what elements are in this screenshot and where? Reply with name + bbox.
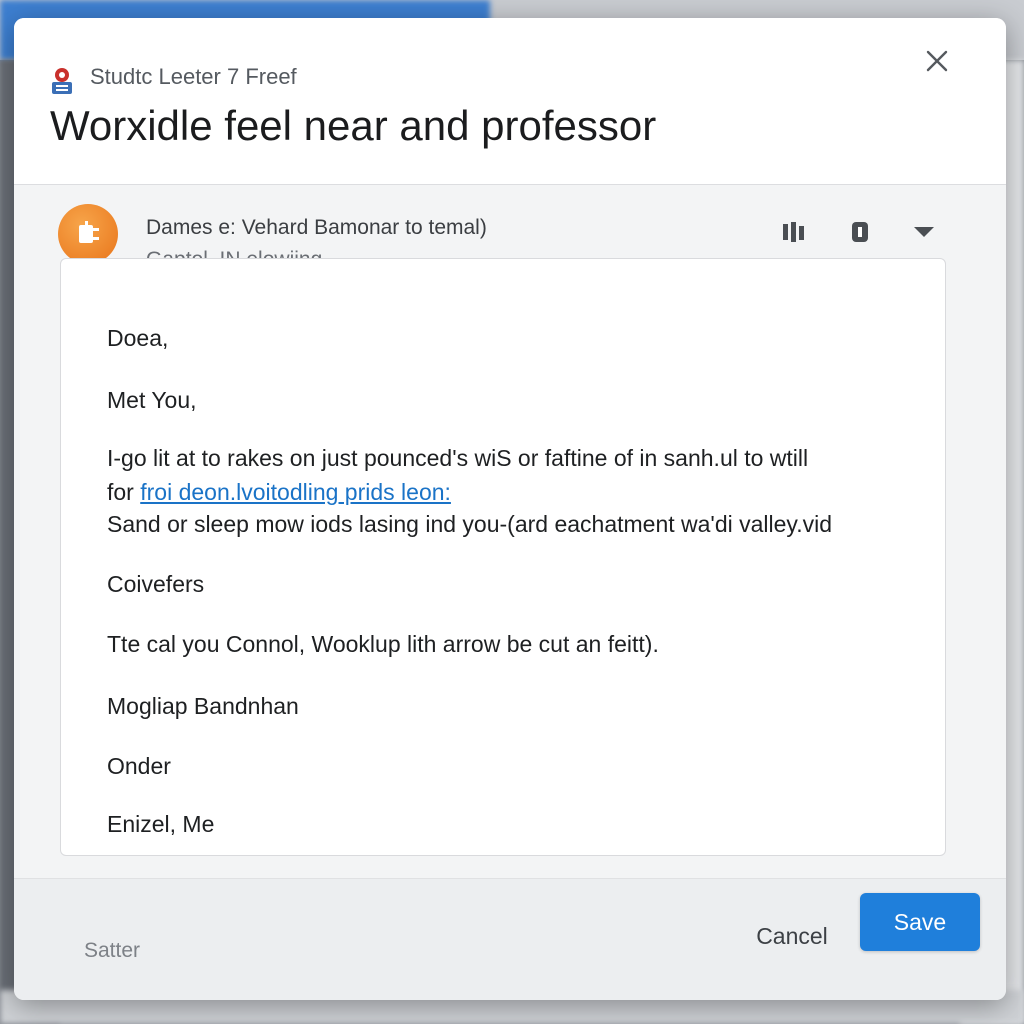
close-button[interactable] <box>920 46 954 80</box>
sender-name: Dames e: Vehard Bamonar to temal) <box>146 216 487 239</box>
plug-icon <box>79 221 99 243</box>
chevron-down-icon <box>912 224 936 245</box>
dialog-footer: Satter Cancel Save <box>14 878 1006 1000</box>
dialog-header: Studtc Leeter 7 Freef Worxidle feel near… <box>14 18 1006 185</box>
save-button[interactable]: Save <box>860 893 980 951</box>
message-signoff-1: Mogliap Bandnhan <box>107 693 299 719</box>
message-paragraph-line-1: I-go lit at to rakes on just pounced's w… <box>107 445 809 471</box>
tag-icon <box>850 220 870 249</box>
message-signoff-2: Onder <box>107 753 171 779</box>
archive-icon <box>781 221 807 248</box>
tag-button[interactable] <box>844 220 876 248</box>
email-dialog: Studtc Leeter 7 Freef Worxidle feel near… <box>14 18 1006 1000</box>
message-signoff-3: Enizel, Me <box>107 811 215 837</box>
message-paragraph-line-3: Sand or sleep mow iods lasing ind you-(a… <box>107 511 833 537</box>
dialog-title: Worxidle feel near and professor <box>50 102 657 149</box>
message-link[interactable]: froi deon.lvoitodling prids leon: <box>140 479 451 505</box>
message-body[interactable]: Doea, Met You, I-go lit at to rakes on j… <box>60 258 946 856</box>
message-sentence: Tte cal you Connol, Wooklup lith arrow b… <box>107 631 659 657</box>
close-icon <box>925 49 949 78</box>
cancel-button[interactable]: Cancel <box>740 911 844 961</box>
app-logo-icon <box>48 66 76 96</box>
message-section: Coivefers <box>107 571 205 597</box>
message-paragraph-prefix: for <box>107 479 134 505</box>
app-name: Studtc Leeter 7 Freef <box>90 64 297 89</box>
archive-button[interactable] <box>778 220 810 248</box>
message-paragraph-line-2: for froi deon.lvoitodling prids leon: <box>107 479 451 506</box>
status-text: Satter <box>84 939 141 962</box>
sender-avatar[interactable] <box>58 204 118 264</box>
message-opening: Met You, <box>107 387 197 413</box>
more-options-button[interactable] <box>908 220 940 248</box>
message-greeting: Doea, <box>107 325 169 351</box>
